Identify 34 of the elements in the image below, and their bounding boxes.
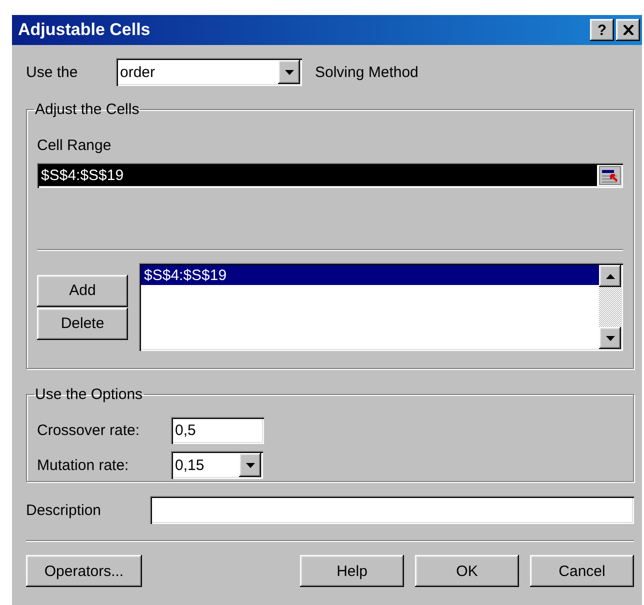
dialog-button[interactable]: Help — [300, 555, 404, 587]
group-title: Use the Options — [34, 386, 144, 403]
dialog-button[interactable]: OK — [415, 555, 519, 587]
operators-button[interactable]: Operators... — [26, 555, 142, 587]
scroll-up-button[interactable] — [599, 265, 621, 287]
list-item[interactable]: $S$4:$S$19 — [141, 265, 599, 285]
close-button[interactable] — [616, 19, 640, 41]
scroll-bar[interactable] — [599, 265, 621, 349]
dropdown-button[interactable] — [278, 60, 300, 84]
method-dropdown[interactable]: order — [116, 58, 302, 86]
method-label: Use the — [26, 64, 79, 80]
crossover-field[interactable]: 0,5 — [171, 417, 264, 444]
description-label: Description — [26, 502, 102, 518]
caret-icon — [246, 462, 254, 468]
list-action-button[interactable]: Delete — [37, 308, 128, 340]
down-arrow-icon — [606, 336, 614, 340]
option-label: Mutation rate: — [37, 456, 130, 474]
window-title: Adjustable Cells — [18, 20, 152, 40]
dialog-button[interactable]: Cancel — [530, 555, 634, 587]
cell-range-field[interactable]: $S$4:$S$19 — [37, 163, 623, 188]
description-field[interactable] — [150, 496, 634, 524]
option-label: Crossover rate: — [37, 422, 141, 439]
list-action-button[interactable]: Add — [37, 274, 128, 306]
help-button[interactable]: ? — [590, 19, 614, 41]
mutation-dropdown[interactable]: 0,15 — [171, 451, 263, 479]
caret-icon — [284, 70, 294, 74]
cell-range-label: Cell Range — [37, 137, 112, 154]
close-icon — [622, 25, 634, 35]
up-arrow-icon — [606, 274, 614, 278]
method-suffix: Solving Method — [315, 64, 418, 80]
range-picker-icon[interactable] — [599, 166, 621, 185]
dropdown-button[interactable] — [239, 453, 261, 477]
scroll-down-button[interactable] — [599, 327, 621, 349]
group-title: Adjust the Cells — [34, 101, 140, 118]
